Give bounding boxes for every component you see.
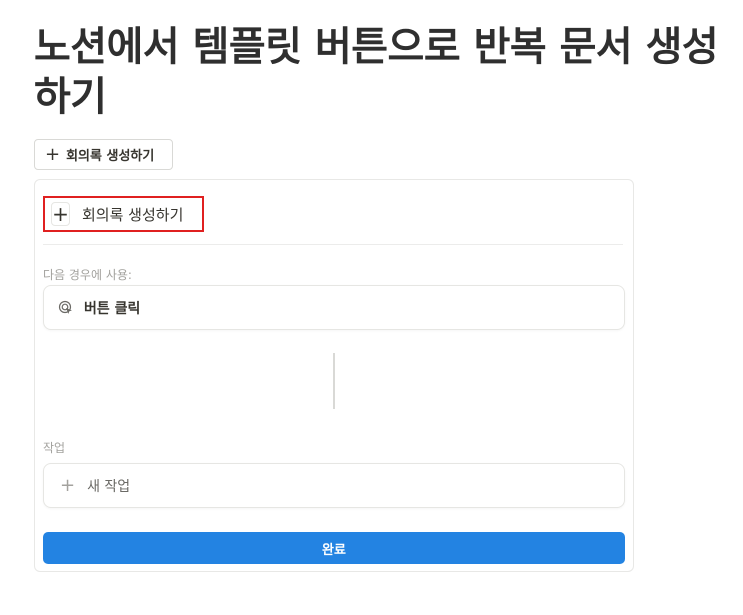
plus-icon[interactable]: + bbox=[51, 202, 70, 226]
button-name-row: + bbox=[43, 196, 204, 232]
page-title: 노션에서 템플릿 버튼으로 반복 문서 생성하기 bbox=[34, 24, 719, 120]
plus-icon: + bbox=[60, 474, 76, 496]
create-meeting-notes-button[interactable]: + 회의록 생성하기 bbox=[34, 139, 173, 170]
trigger-label: 버튼 클릭 bbox=[84, 300, 141, 317]
trigger-button-click[interactable]: 버튼 클릭 bbox=[43, 285, 625, 330]
divider bbox=[43, 244, 623, 245]
connector-line bbox=[333, 353, 335, 409]
button-name-input[interactable] bbox=[82, 205, 202, 223]
action-section-label: 작업 bbox=[43, 441, 66, 455]
cursor-click-icon bbox=[58, 300, 72, 314]
trigger-section-label: 다음 경우에 사용: bbox=[43, 268, 132, 282]
button-label: 회의록 생성하기 bbox=[66, 149, 155, 164]
new-action-button[interactable]: + 새 작업 bbox=[43, 463, 625, 508]
done-button[interactable]: 완료 bbox=[43, 532, 625, 564]
new-action-label: 새 작업 bbox=[87, 478, 131, 495]
button-editor-panel: + 다음 경우에 사용: 버튼 클릭 작업 + 새 작업 완료 bbox=[34, 179, 634, 572]
plus-icon: + bbox=[45, 143, 61, 165]
